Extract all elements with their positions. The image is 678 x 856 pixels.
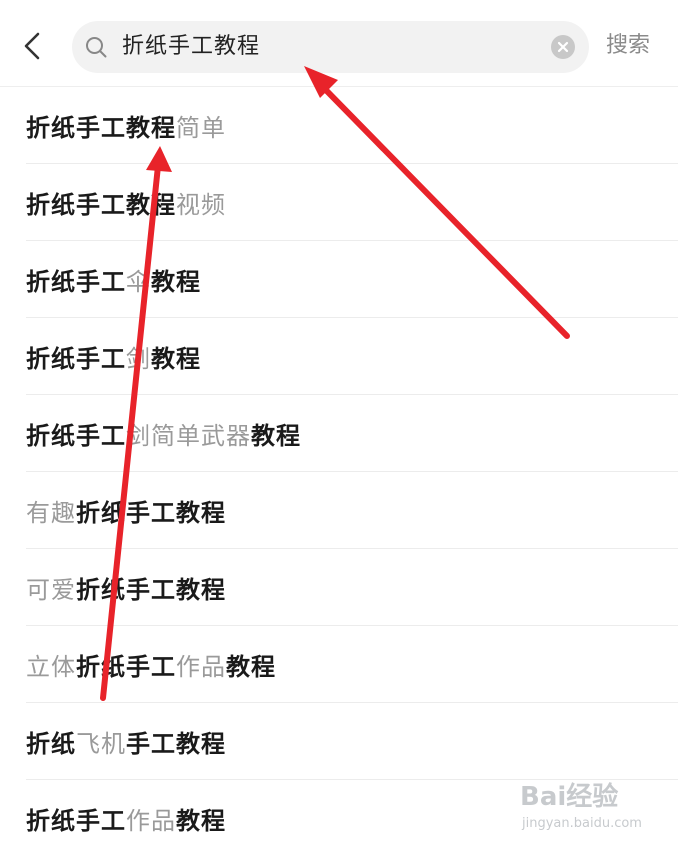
back-button[interactable]: [14, 26, 50, 66]
suggestion-item[interactable]: 有趣 折纸手工教程: [26, 472, 678, 549]
suggestion-match-text: 折纸手工教程: [76, 575, 226, 604]
suggestion-extra-text: 立体: [26, 652, 76, 681]
suggestion-item[interactable]: 折纸手工剑教程: [26, 318, 678, 395]
watermark-logo: Bai经验: [520, 782, 619, 812]
suggestion-match-text: 教程: [151, 267, 201, 296]
watermark-url: jingyan.baidu.com: [522, 816, 642, 831]
suggestion-item[interactable]: 可爱 折纸手工教程: [26, 549, 678, 626]
suggestion-item[interactable]: 立体 折纸手工 作品 教程: [26, 626, 678, 703]
suggestion-item[interactable]: 折纸手工教程 视频: [26, 164, 678, 241]
suggestion-extra-text: 伞: [126, 267, 151, 296]
suggestion-match-text: 折纸: [26, 729, 76, 758]
suggestion-item[interactable]: 折纸 飞机 手工教程: [26, 703, 678, 780]
search-button[interactable]: 搜索: [606, 26, 650, 66]
suggestion-extra-text: 剑简单武器: [126, 421, 251, 450]
search-icon: [86, 37, 107, 58]
search-input[interactable]: 折纸手工教程: [72, 21, 589, 73]
suggestion-extra-text: 有趣: [26, 498, 76, 527]
suggestion-extra-text: 可爱: [26, 575, 76, 604]
suggestion-match-text: 教程: [251, 421, 301, 450]
suggestion-extra-text: 飞机: [76, 729, 126, 758]
suggestion-match-text: 折纸手工: [26, 267, 126, 296]
suggestion-item[interactable]: 折纸手工教程 简单: [26, 87, 678, 164]
suggestion-match-text: 手工教程: [126, 729, 226, 758]
suggestion-list: 折纸手工教程 简单 折纸手工教程 视频 折纸手工伞教程 折纸手工剑教程 折纸手工 剑简单武器教…: [0, 87, 678, 856]
suggestion-match-text: 折纸手工: [26, 421, 126, 450]
suggestion-match-text: 折纸手工教程: [26, 113, 176, 142]
clear-circle-icon: [557, 41, 569, 53]
suggestion-match-text: 教程: [176, 806, 226, 835]
suggestion-extra-text: 剑: [126, 344, 151, 373]
baidu-jingyan-watermark: Bai经验 jingyan.baidu.com: [520, 776, 670, 840]
search-header: 折纸手工教程 搜索: [0, 0, 678, 88]
suggestion-extra-text: 视频: [176, 190, 226, 219]
suggestion-match-text: 折纸手工教程: [26, 190, 176, 219]
suggestion-extra-text: 作品: [176, 652, 226, 681]
suggestion-extra-text: 作品: [126, 806, 176, 835]
suggestion-item[interactable]: 折纸手工伞教程: [26, 241, 678, 318]
suggestion-match-text: 折纸手工: [76, 652, 176, 681]
suggestion-match-text: 折纸手工: [26, 344, 126, 373]
suggestion-match-text: 折纸手工: [26, 806, 126, 835]
search-query-text: 折纸手工教程: [122, 34, 261, 59]
clear-button[interactable]: [551, 35, 575, 59]
chevron-left-icon: [24, 32, 40, 60]
suggestion-match-text: 教程: [151, 344, 201, 373]
suggestion-match-text: 教程: [226, 652, 276, 681]
suggestion-match-text: 折纸手工教程: [76, 498, 226, 527]
suggestion-item[interactable]: 折纸手工 剑简单武器 教程: [26, 395, 678, 472]
suggestion-extra-text: 简单: [176, 113, 226, 142]
